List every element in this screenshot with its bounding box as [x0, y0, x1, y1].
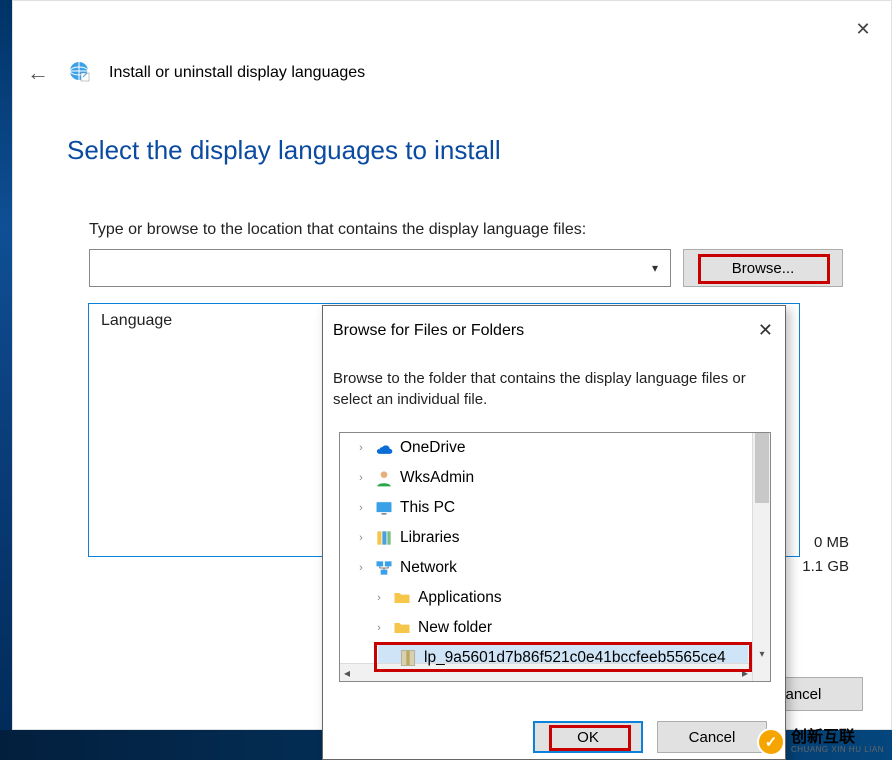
network-icon	[374, 558, 394, 578]
path-instruction: Type or browse to the location that cont…	[89, 221, 586, 239]
close-icon[interactable]: ✕	[853, 19, 873, 39]
watermark-text: 创新互联 CHUANG XIN HU LIAN	[791, 730, 884, 754]
watermark-cn: 创新互联	[791, 730, 884, 746]
expand-icon[interactable]: ›	[354, 472, 368, 484]
tree-item[interactable]: › This PC	[340, 493, 770, 523]
browse-dialog-instruction: Browse to the folder that contains the d…	[333, 368, 765, 410]
folder-icon	[392, 618, 412, 638]
tree-item[interactable]: › Libraries	[340, 523, 770, 553]
tree-item-label: This PC	[400, 499, 455, 517]
watermark-py: CHUANG XIN HU LIAN	[791, 746, 884, 754]
cab-icon	[398, 648, 418, 668]
tree-item[interactable]: › OneDrive	[340, 433, 770, 463]
desktop-left-strip	[0, 0, 12, 760]
browse-dialog-title: Browse for Files or Folders	[333, 322, 524, 340]
expand-icon[interactable]: ›	[354, 502, 368, 514]
disk-space-info: 0 MB 1.1 GB	[802, 531, 849, 579]
page-heading: Select the display languages to install	[67, 135, 501, 166]
tree-item[interactable]: › New folder	[340, 613, 770, 643]
ok-button[interactable]: OK	[533, 721, 643, 753]
vertical-scrollbar[interactable]: ▴ ▾	[752, 433, 770, 681]
path-field[interactable]	[96, 251, 646, 285]
tree-item-label: Applications	[418, 589, 502, 607]
ok-button-label: OK	[577, 729, 599, 746]
expand-icon[interactable]: ›	[372, 622, 386, 634]
close-icon[interactable]: ✕	[758, 320, 773, 341]
chevron-down-icon[interactable]: ▾	[646, 261, 664, 275]
browse-dialog-buttons: OK Cancel	[323, 721, 785, 753]
browse-button-label: Browse...	[732, 260, 795, 277]
window-header: ← Install or uninstall display languages	[27, 59, 365, 87]
cancel-button-label: Cancel	[689, 729, 736, 746]
tree-item-label: OneDrive	[400, 439, 465, 457]
user-icon	[374, 468, 394, 488]
scroll-down-icon[interactable]: ▾	[753, 645, 771, 663]
globe-icon	[67, 59, 91, 87]
folder-icon	[392, 588, 412, 608]
tree-item-label: New folder	[418, 619, 492, 637]
tree-item-label: lp_9a5601d7b86f521c0e41bccfeeb5565ce4	[424, 649, 726, 667]
onedrive-icon	[374, 438, 394, 458]
tree-item[interactable]: › WksAdmin	[340, 463, 770, 493]
window-title: Install or uninstall display languages	[109, 64, 365, 82]
scroll-right-icon[interactable]: ▸	[742, 666, 748, 680]
scrollbar-thumb[interactable]	[755, 433, 769, 503]
expand-icon[interactable]: ›	[354, 562, 368, 574]
tree-item-label: WksAdmin	[400, 469, 474, 487]
scroll-left-icon[interactable]: ◂	[344, 666, 350, 680]
tree-item-label: Libraries	[400, 529, 459, 547]
tree-item[interactable]: › Network	[340, 553, 770, 583]
expand-icon[interactable]: ›	[354, 442, 368, 454]
expand-icon[interactable]: ›	[372, 592, 386, 604]
expand-icon[interactable]: ›	[354, 532, 368, 544]
space-available: 1.1 GB	[802, 555, 849, 579]
libraries-icon	[374, 528, 394, 548]
space-required: 0 MB	[802, 531, 849, 555]
browse-button[interactable]: Browse...	[683, 249, 843, 287]
watermark-icon: ✓	[757, 728, 785, 756]
folder-tree[interactable]: › OneDrive › WksAdmin › This PC › Libraries › Net…	[339, 432, 771, 682]
cancel-button[interactable]: Cancel	[657, 721, 767, 753]
back-arrow-icon[interactable]: ←	[27, 62, 49, 84]
browse-dialog: Browse for Files or Folders ✕ Browse to …	[322, 305, 786, 760]
language-path-input[interactable]: ▾	[89, 249, 671, 287]
pc-icon	[374, 498, 394, 518]
watermark: ✓ 创新互联 CHUANG XIN HU LIAN	[757, 728, 884, 756]
tree-item-label: Network	[400, 559, 457, 577]
tree-item[interactable]: › Applications	[340, 583, 770, 613]
